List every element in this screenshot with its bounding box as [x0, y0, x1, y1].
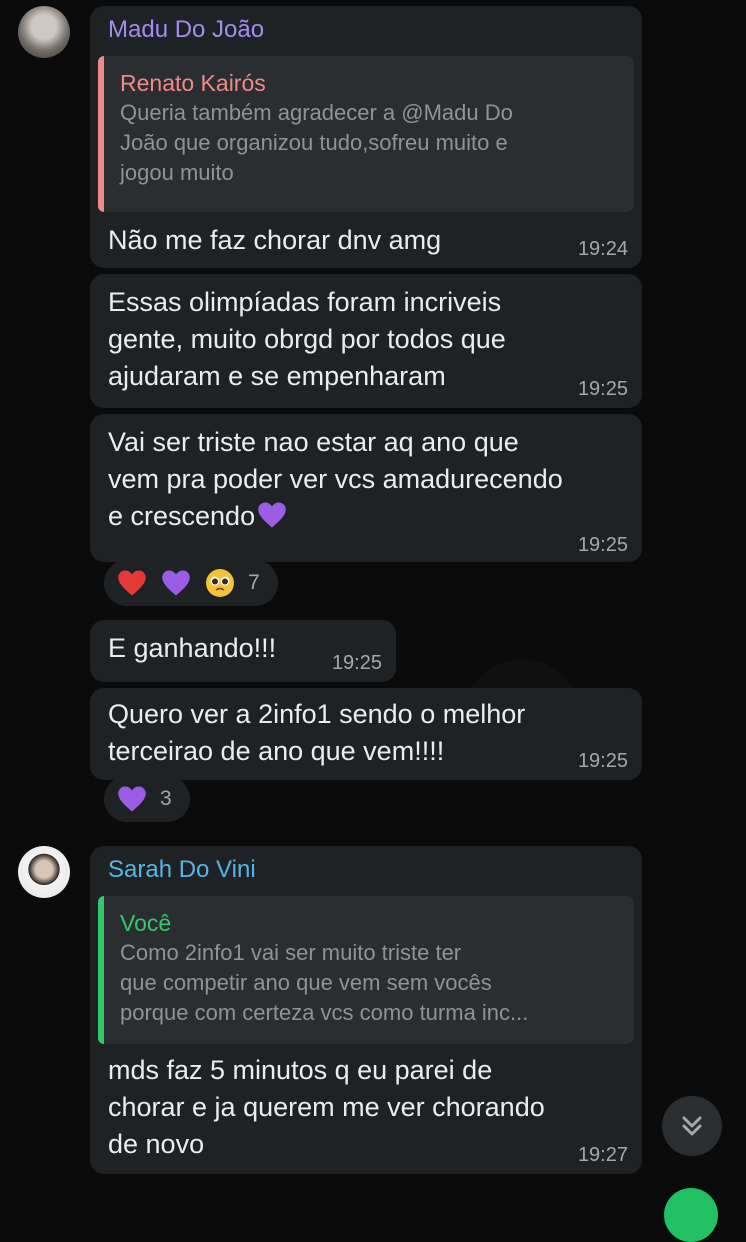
- message-time: 19:25: [577, 750, 628, 772]
- message-bubble[interactable]: Vai ser triste nao estar aq ano que vem …: [90, 414, 642, 562]
- reaction-count: 3: [160, 787, 172, 810]
- message-text: Essas olimpíadas foram incriveis gente, …: [108, 287, 506, 391]
- message-text: mds faz 5 minutos q eu parei de chorar e…: [108, 1055, 545, 1159]
- purple-heart-icon: [160, 567, 192, 599]
- quote-text: Como 2info1 vai ser muito triste ter que…: [120, 940, 529, 1025]
- quoted-message[interactable]: Renato Kairós Queria também agradecer a …: [98, 56, 634, 212]
- quote-bar: [98, 56, 104, 212]
- double-chevron-down-icon: [682, 1116, 702, 1136]
- avatar-sarah[interactable]: [18, 846, 70, 898]
- quote-author: Você: [120, 910, 172, 936]
- sender-name[interactable]: Madu Do João: [108, 16, 264, 44]
- quote-author: Renato Kairós: [120, 70, 266, 96]
- sender-name[interactable]: Sarah Do Vini: [108, 856, 256, 884]
- message-bubble[interactable]: Quero ver a 2info1 sendo o melhor tercei…: [90, 688, 642, 780]
- message-bubble[interactable]: E ganhando!!! 19:25: [90, 620, 396, 682]
- reaction-count: 7: [248, 571, 260, 594]
- message-text-content: Vai ser triste nao estar aq ano que vem …: [108, 427, 563, 531]
- purple-heart-icon: [116, 783, 148, 815]
- message-time: 19:27: [577, 1144, 628, 1166]
- message-text: Vai ser triste nao estar aq ano que vem …: [108, 424, 563, 535]
- purple-heart-icon: [258, 502, 286, 528]
- message-text: Não me faz chorar dnv amg: [108, 225, 442, 255]
- scroll-to-bottom-button[interactable]: [662, 1096, 722, 1156]
- reactions-bar[interactable]: 7: [104, 560, 278, 606]
- avatar-madu[interactable]: [18, 6, 70, 58]
- message-time: 19:25: [577, 534, 628, 556]
- message-bubble[interactable]: Essas olimpíadas foram incriveis gente, …: [90, 274, 642, 408]
- partial-action-button[interactable]: [664, 1188, 718, 1242]
- quoted-message[interactable]: Você Como 2info1 vai ser muito triste te…: [98, 896, 634, 1044]
- message-time: 19:25: [577, 378, 628, 400]
- message-text: Quero ver a 2info1 sendo o melhor tercei…: [108, 699, 526, 766]
- quote-bar: [98, 896, 104, 1044]
- message-time: 19:24: [577, 238, 628, 260]
- message-bubble[interactable]: Sarah Do Vini Você Como 2info1 vai ser m…: [90, 846, 642, 1174]
- pleading-face-icon: [204, 567, 236, 599]
- message-time: 19:25: [331, 652, 382, 674]
- message-text: E ganhando!!!: [108, 633, 277, 663]
- reactions-bar[interactable]: 3: [104, 776, 190, 822]
- message-bubble[interactable]: Madu Do João Renato Kairós Queria também…: [90, 6, 642, 268]
- red-heart-icon: [116, 567, 148, 599]
- quote-text: Queria também agradecer a @Madu Do João …: [120, 100, 513, 185]
